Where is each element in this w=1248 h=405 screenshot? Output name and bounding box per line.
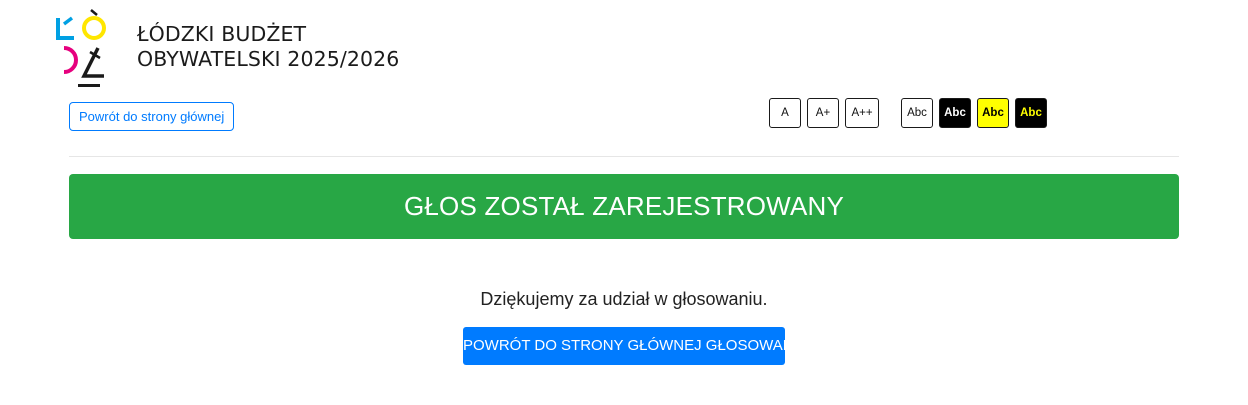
contrast-yellow-on-black-button[interactable]: Abc (1015, 98, 1047, 128)
site-title: ŁÓDZKI BUDŻET OBYWATELSKI 2025/2026 (137, 22, 399, 72)
font-size-xlarge-button[interactable]: A++ (845, 98, 879, 128)
contrast-white-on-black-button[interactable]: Abc (939, 98, 971, 128)
font-size-large-button[interactable]: A+ (807, 98, 839, 128)
site-title-line2: OBYWATELSKI 2025/2026 (137, 47, 400, 71)
back-to-home-button[interactable]: Powrót do strony głównej (69, 102, 235, 131)
contrast-default-button[interactable]: Abc (901, 98, 933, 128)
back-to-voting-home-button[interactable]: POWRÓT DO STRONY GŁÓWNEJ GŁOSOWANIA (463, 327, 808, 365)
vote-registered-alert: GŁOS ZOSTAŁ ZAREJESTROWANY (69, 174, 1179, 239)
page: ŁÓDZKI BUDŻET OBYWATELSKI 2025/2026 Powr… (0, 0, 1248, 405)
contrast-black-on-yellow-button[interactable]: Abc (977, 98, 1009, 128)
header-divider (69, 156, 1179, 157)
lodz-logo-icon (56, 9, 106, 87)
site-title-line1: ŁÓDZKI BUDŻET (137, 22, 307, 46)
font-size-normal-button[interactable]: A (769, 98, 801, 128)
thank-you-message: Dziękujemy za udział w głosowaniu. (480, 289, 768, 309)
lodz-logo[interactable] (54, 6, 110, 90)
